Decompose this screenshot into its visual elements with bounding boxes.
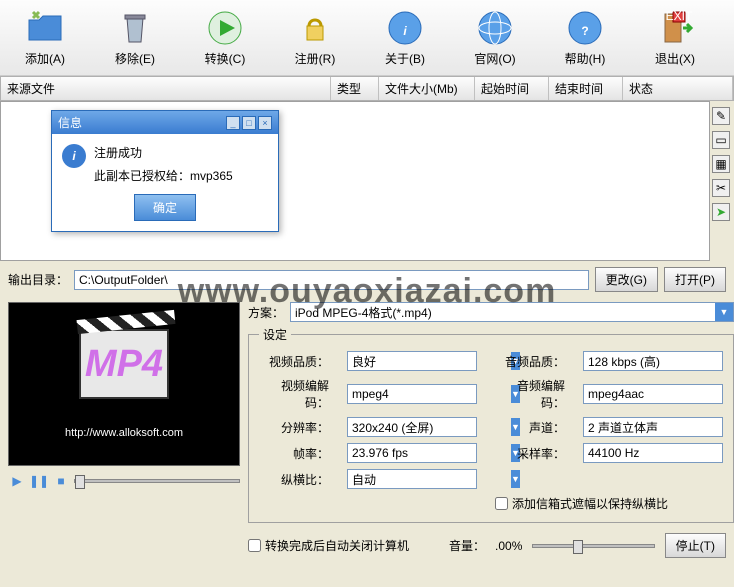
- register-button[interactable]: 注册(R): [270, 4, 360, 71]
- audio-quality-combo[interactable]: ▼: [583, 351, 723, 371]
- col-end[interactable]: 结束时间: [549, 77, 623, 100]
- resolution-combo[interactable]: ▼: [347, 417, 477, 437]
- change-button[interactable]: 更改(G): [595, 267, 658, 292]
- info-dialog: 信息 _ □ × i 注册成功 此副本已授权给：mvp365 确定: [51, 110, 279, 232]
- mp4-logo: MP4: [85, 343, 163, 386]
- resolution-label: 分辨率：: [259, 419, 329, 436]
- volume-value: .00%: [495, 539, 522, 553]
- seek-slider[interactable]: [74, 479, 240, 483]
- video-codec-combo[interactable]: ▼: [347, 384, 477, 404]
- output-label: 输出目录：: [8, 271, 68, 288]
- video-quality-label: 视频品质：: [259, 353, 329, 370]
- col-size[interactable]: 文件大小(Mb): [379, 77, 475, 100]
- side-toolbar: ✎ ▭ ▦ ✂ ➤: [710, 101, 734, 261]
- col-start[interactable]: 起始时间: [475, 77, 549, 100]
- file-list-header: 来源文件 类型 文件大小(Mb) 起始时间 结束时间 状态: [0, 76, 734, 101]
- side-tool-1[interactable]: ✎: [712, 107, 730, 125]
- audio-quality-label: 音频品质：: [495, 353, 565, 370]
- dialog-line2: 此副本已授权给：mvp365: [94, 167, 233, 184]
- settings-group: 设定 视频品质： ▼ 音频品质： ▼ 视频编解码： ▼ 音频编解码： ▼ 分辨率…: [248, 326, 734, 523]
- side-tool-3[interactable]: ▦: [712, 155, 730, 173]
- website-button[interactable]: 官网(O): [450, 4, 540, 71]
- fps-combo[interactable]: ▼: [347, 443, 477, 463]
- pause-control-icon[interactable]: ❚❚: [30, 472, 48, 490]
- shutdown-checkbox[interactable]: 转换完成后自动关闭计算机: [248, 537, 409, 554]
- file-list[interactable]: 信息 _ □ × i 注册成功 此副本已授权给：mvp365 确定: [0, 101, 710, 261]
- preview-url: http://www.alloksoft.com: [65, 427, 183, 439]
- add-button[interactable]: 添加(A): [0, 4, 90, 71]
- sample-rate-label: 采样率：: [495, 445, 565, 462]
- clapper-icon: MP4: [79, 329, 169, 399]
- dialog-line1: 注册成功: [94, 144, 233, 161]
- scheme-input[interactable]: [291, 303, 715, 321]
- dialog-maximize-icon[interactable]: □: [242, 116, 256, 130]
- folder-icon: [25, 8, 65, 48]
- output-row: 输出目录： 更改(G) 打开(P): [0, 261, 734, 298]
- video-codec-label: 视频编解码：: [259, 377, 329, 411]
- help-button[interactable]: ? 帮助(H): [540, 4, 630, 71]
- remove-button[interactable]: 移除(E): [90, 4, 180, 71]
- help-icon: ?: [565, 8, 605, 48]
- convert-button[interactable]: 转换(C): [180, 4, 270, 71]
- stop-control-icon[interactable]: ■: [52, 472, 70, 490]
- fps-label: 帧率：: [259, 445, 329, 462]
- main-toolbar: 添加(A) 移除(E) 转换(C) 注册(R) i 关于(B) 官网(O) ? …: [0, 0, 734, 76]
- scheme-combo[interactable]: ▼: [290, 302, 734, 322]
- exit-button[interactable]: EXIT 退出(X): [630, 4, 720, 71]
- col-status[interactable]: 状态: [623, 77, 733, 100]
- side-tool-5[interactable]: ➤: [712, 203, 730, 221]
- volume-slider[interactable]: [532, 544, 654, 548]
- info-circle-icon: i: [62, 144, 86, 168]
- info-icon: i: [385, 8, 425, 48]
- audio-codec-label: 音频编解码：: [495, 377, 565, 411]
- open-button[interactable]: 打开(P): [664, 267, 726, 292]
- lock-icon: [295, 8, 335, 48]
- chevron-down-icon[interactable]: ▼: [715, 303, 733, 321]
- bottom-bar: 转换完成后自动关闭计算机 音量： .00% 停止(T): [0, 527, 734, 564]
- output-path-input[interactable]: [74, 270, 589, 290]
- channels-combo[interactable]: ▼: [583, 417, 723, 437]
- trash-icon: [115, 8, 155, 48]
- preview-area: MP4 http://www.alloksoft.com: [8, 302, 240, 466]
- dialog-close-icon[interactable]: ×: [258, 116, 272, 130]
- sample-rate-combo[interactable]: ▼: [583, 443, 723, 463]
- aspect-label: 纵横比：: [259, 471, 329, 488]
- settings-legend: 设定: [259, 326, 291, 343]
- volume-label: 音量：: [449, 537, 485, 554]
- svg-text:?: ?: [581, 24, 588, 38]
- channels-label: 声道：: [495, 419, 565, 436]
- playback-controls: ▶ ❚❚ ■: [8, 472, 240, 490]
- side-tool-4[interactable]: ✂: [712, 179, 730, 197]
- col-type[interactable]: 类型: [331, 77, 379, 100]
- scheme-label: 方案：: [248, 304, 284, 321]
- dialog-minimize-icon[interactable]: _: [226, 116, 240, 130]
- play-control-icon[interactable]: ▶: [8, 472, 26, 490]
- dialog-ok-button[interactable]: 确定: [134, 194, 196, 221]
- side-tool-2[interactable]: ▭: [712, 131, 730, 149]
- aspect-combo[interactable]: ▼: [347, 469, 477, 489]
- video-quality-combo[interactable]: ▼: [347, 351, 477, 371]
- col-source[interactable]: 来源文件: [1, 77, 331, 100]
- about-button[interactable]: i 关于(B): [360, 4, 450, 71]
- audio-codec-combo[interactable]: ▼: [583, 384, 723, 404]
- letterbox-checkbox[interactable]: 添加信箱式遮幅以保持纵横比: [495, 495, 723, 512]
- chevron-down-icon[interactable]: ▼: [511, 470, 520, 488]
- exit-icon: EXIT: [655, 8, 695, 48]
- dialog-titlebar[interactable]: 信息 _ □ ×: [52, 111, 278, 134]
- globe-icon: [475, 8, 515, 48]
- svg-text:EXIT: EXIT: [666, 9, 693, 23]
- stop-button[interactable]: 停止(T): [665, 533, 726, 558]
- play-icon: [205, 8, 245, 48]
- dialog-title-text: 信息: [58, 114, 82, 131]
